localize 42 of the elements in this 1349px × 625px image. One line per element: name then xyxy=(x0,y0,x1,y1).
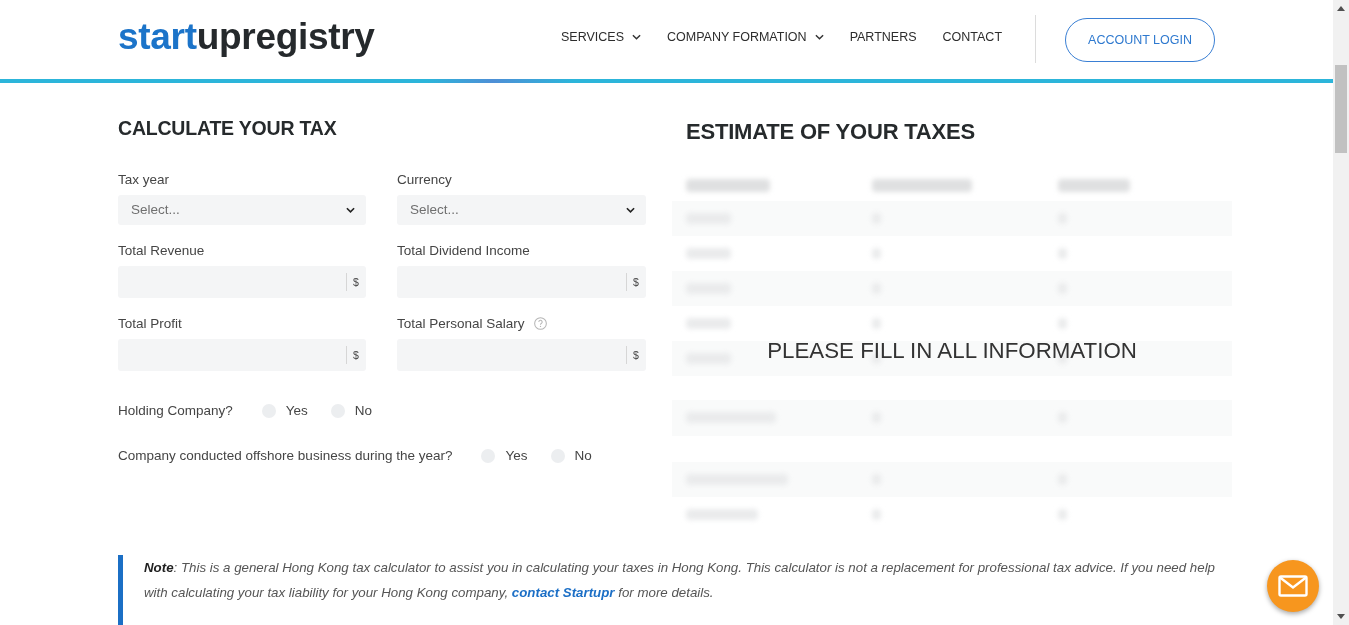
question-label: Company conducted offshore business during the year? xyxy=(118,448,453,464)
nav-link[interactable]: SERVICES xyxy=(561,28,642,47)
radio-label: No xyxy=(574,448,592,464)
amount-field[interactable] xyxy=(118,265,346,298)
question-label: Holding Company? xyxy=(118,403,233,419)
amount-field[interactable] xyxy=(118,338,346,371)
chevron-down-icon xyxy=(626,206,635,213)
field-label: Total Revenue xyxy=(118,241,205,260)
amount-field[interactable] xyxy=(397,338,626,371)
currency-addon: $ xyxy=(346,265,366,298)
nav-link[interactable]: COMPANY FORMATION xyxy=(667,28,824,47)
fill-in-message: PLEASE FILL IN ALL INFORMATION xyxy=(767,337,1137,366)
scrollbar[interactable] xyxy=(1333,0,1349,625)
currency-addon: $ xyxy=(346,338,366,371)
amount-field[interactable] xyxy=(397,265,626,298)
nav-link[interactable]: CONTACT xyxy=(942,28,1003,47)
nav-link[interactable]: PARTNERS xyxy=(849,28,917,47)
section-title: CALCULATE YOUR TAX xyxy=(118,115,338,141)
help-icon[interactable] xyxy=(533,317,547,331)
account-login-button[interactable]: ACCOUNT LOGIN xyxy=(1065,18,1215,63)
field-label: Total Dividend Income xyxy=(397,241,530,260)
field-label: Tax year xyxy=(118,170,170,189)
envelope-icon xyxy=(1278,575,1308,597)
contact-link[interactable]: contact Startupr xyxy=(511,585,615,600)
field-label: Currency xyxy=(397,170,452,189)
note-text: Note: This is a general Hong Kong tax calculator to assist you in calculating your taxes in Hong Kong. This calculator is not a replacement for professional tax advice. If you need help with calculating your tax liability for your Hong Kong company, contact Startupr for more details. xyxy=(144,559,1216,602)
message-button[interactable] xyxy=(1267,560,1319,612)
select-field[interactable]: Select... xyxy=(397,194,646,225)
chevron-down-icon xyxy=(346,206,355,213)
currency-addon: $ xyxy=(626,338,646,371)
logo[interactable]: startupregistry xyxy=(118,16,375,57)
radio-label: No xyxy=(354,403,373,419)
radio-label: Yes xyxy=(285,403,308,419)
scroll-thumb[interactable] xyxy=(1335,65,1347,153)
field-label: Total Personal Salary xyxy=(397,314,525,333)
scroll-down-icon[interactable] xyxy=(1337,614,1345,619)
radio-label: Yes xyxy=(505,448,528,464)
select-field[interactable]: Select... xyxy=(118,194,366,225)
currency-addon: $ xyxy=(626,265,646,298)
section-title: ESTIMATE OF YOUR TAXES xyxy=(686,118,976,145)
field-label: Total Profit xyxy=(118,314,182,333)
scroll-up-icon[interactable] xyxy=(1337,6,1345,11)
